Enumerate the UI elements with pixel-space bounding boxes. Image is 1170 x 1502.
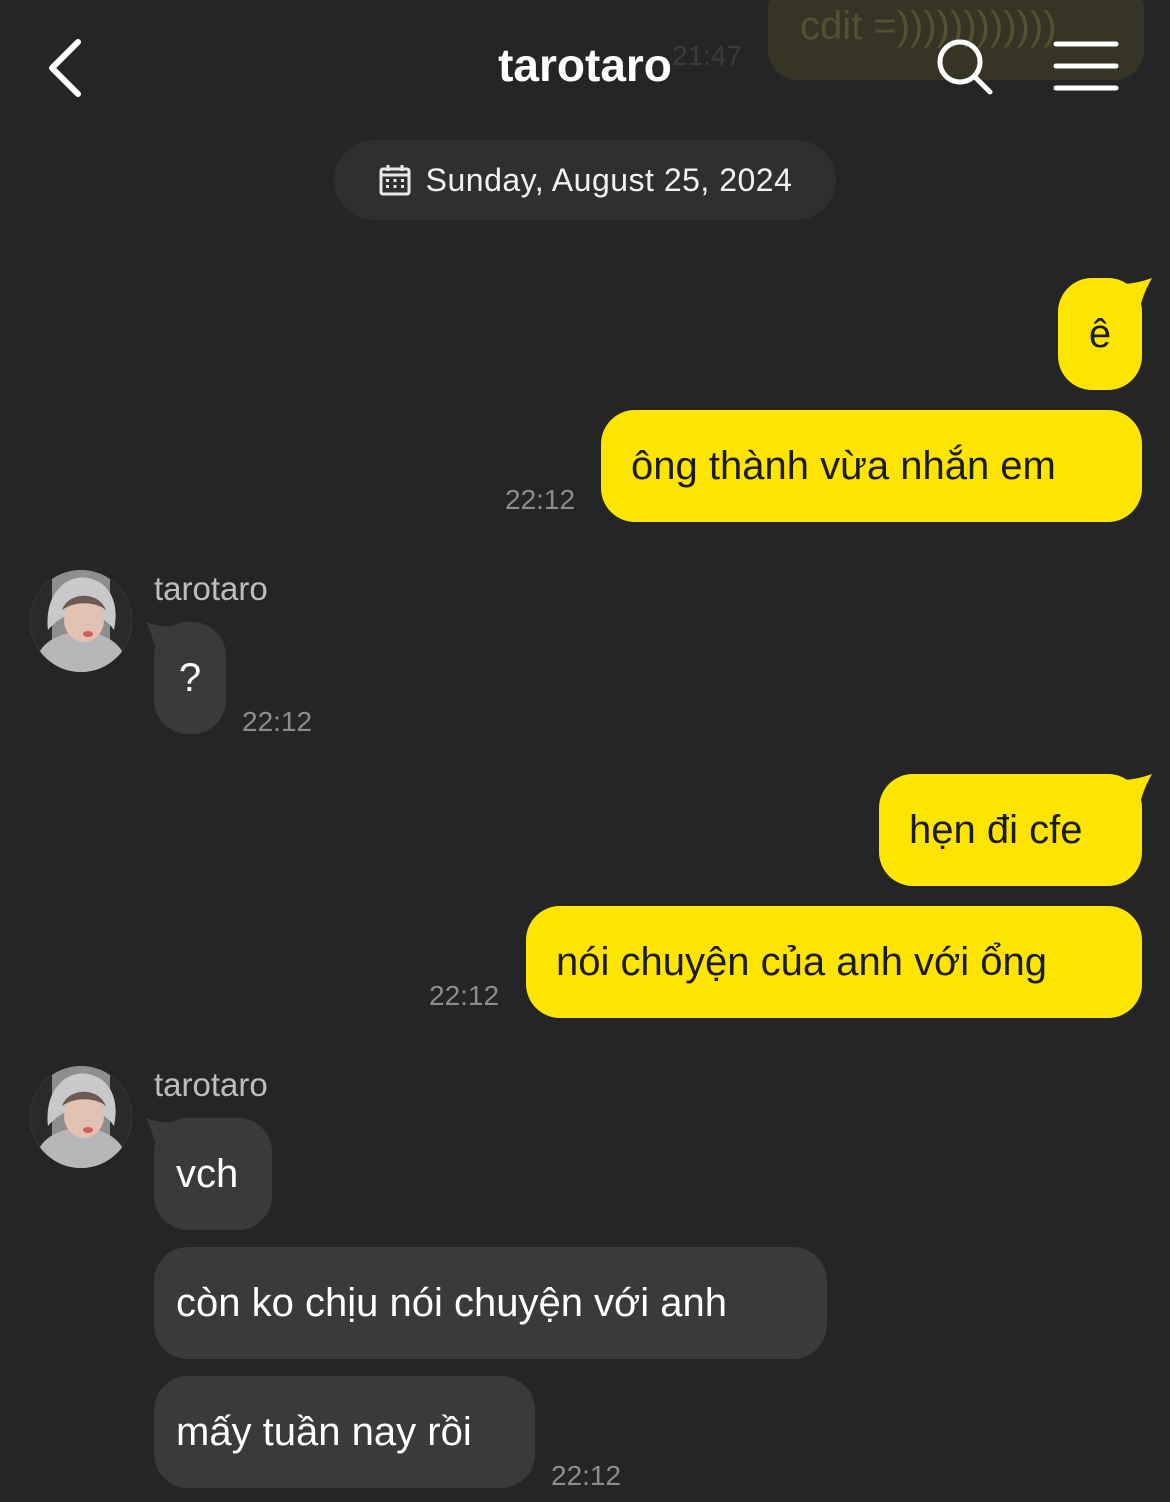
message-time: 22:12 bbox=[429, 980, 500, 1011]
calendar-icon bbox=[379, 165, 411, 196]
avatar[interactable] bbox=[30, 1066, 132, 1168]
sender-name: tarotaro bbox=[154, 1066, 268, 1103]
chat-header: tarotaro bbox=[0, 0, 1170, 130]
avatar[interactable] bbox=[30, 570, 132, 672]
profile-photo bbox=[30, 1066, 132, 1168]
message-bubble-outgoing[interactable]: hẹn đi cfe bbox=[879, 774, 1142, 886]
menu-icon bbox=[1053, 41, 1119, 91]
profile-photo bbox=[30, 570, 132, 672]
message-time: 22:12 bbox=[551, 1460, 622, 1491]
message-bubble-outgoing[interactable]: ông thành vừa nhắn em bbox=[601, 410, 1142, 522]
date-label: Sunday, August 25, 2024 bbox=[425, 161, 793, 198]
date-divider: Sunday, August 25, 2024 bbox=[334, 140, 836, 220]
message-time: 22:12 bbox=[505, 484, 576, 515]
message-bubble-incoming[interactable]: ? bbox=[154, 622, 226, 734]
menu-button[interactable] bbox=[1052, 38, 1120, 94]
sender-name: tarotaro bbox=[154, 570, 268, 607]
message-bubble-incoming[interactable]: mấy tuần nay rồi bbox=[154, 1376, 535, 1488]
search-button[interactable] bbox=[934, 36, 996, 98]
message-bubble-outgoing[interactable]: nói chuyện của anh với ổng bbox=[526, 906, 1142, 1018]
search-icon bbox=[937, 39, 993, 95]
message-bubble-incoming[interactable]: vch bbox=[154, 1118, 272, 1230]
message-bubble-outgoing[interactable]: ê bbox=[1058, 278, 1142, 390]
message-bubble-incoming[interactable]: còn ko chịu nói chuyện với anh bbox=[154, 1247, 827, 1359]
message-time: 22:12 bbox=[242, 706, 313, 737]
